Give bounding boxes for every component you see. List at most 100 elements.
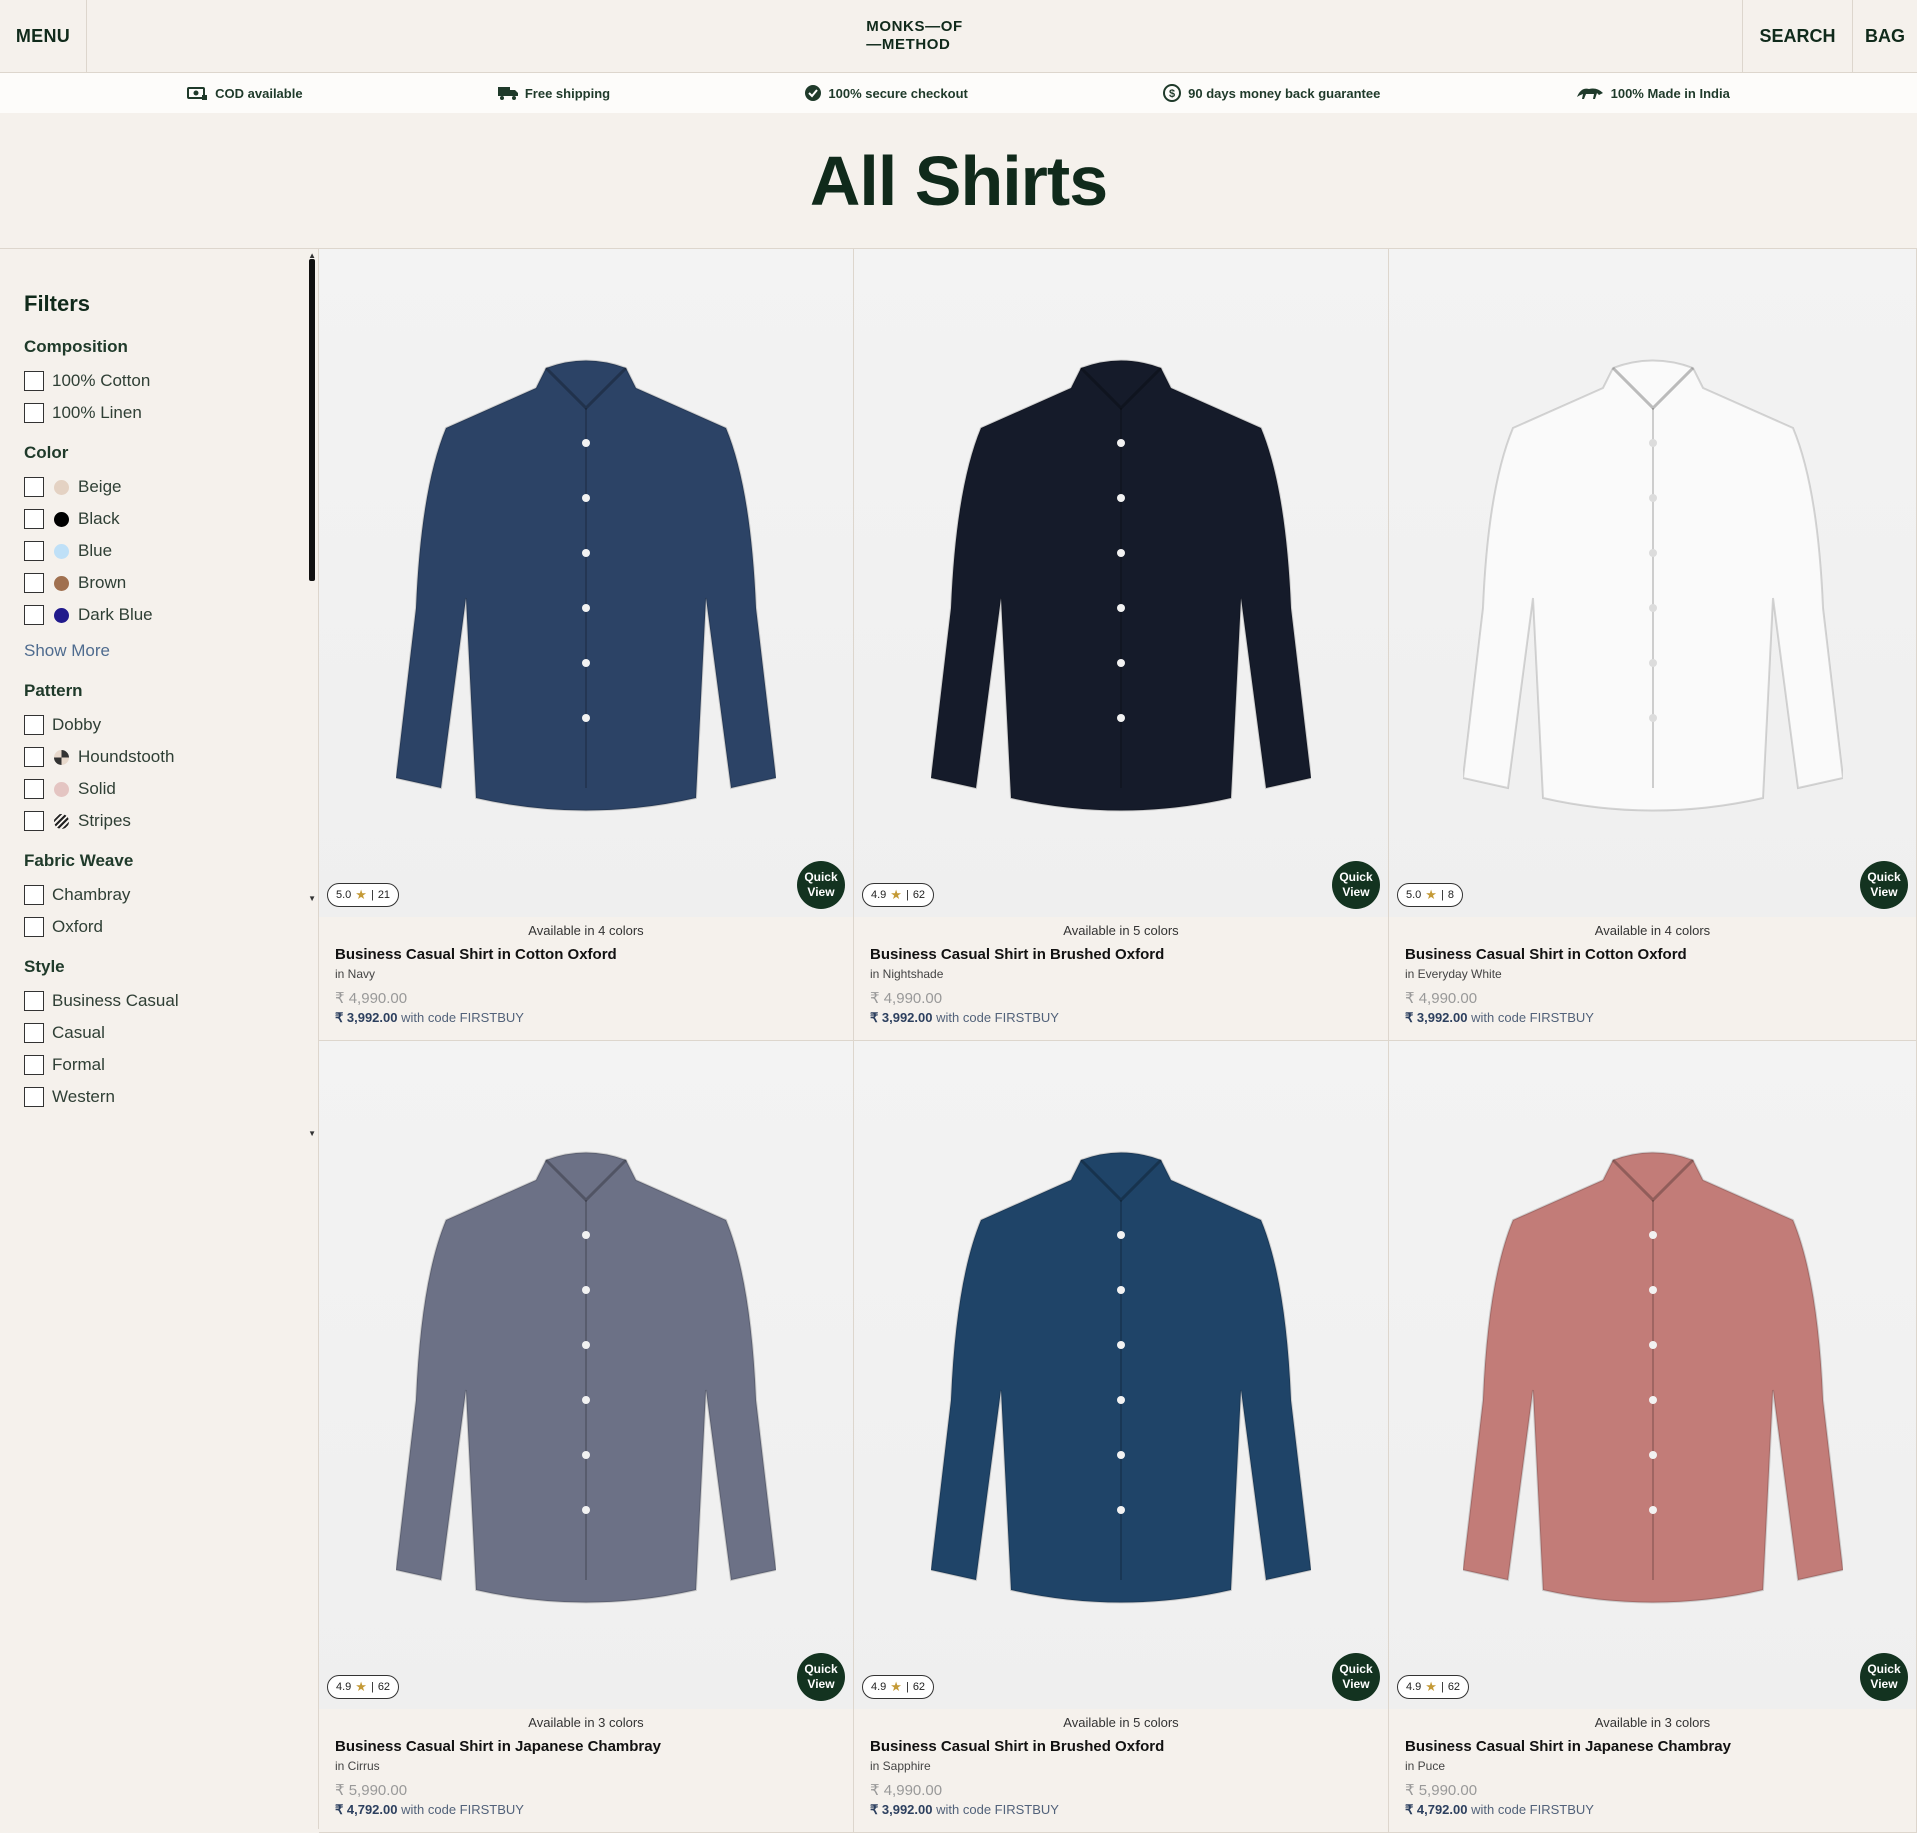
checkbox[interactable] bbox=[24, 1055, 44, 1075]
color-swatch bbox=[54, 781, 69, 797]
filter-option[interactable]: Blue bbox=[24, 535, 294, 567]
product-card[interactable]: 5.0 ★ | 8 Quick View Available in 4 color… bbox=[1389, 249, 1917, 1041]
quick-view-button[interactable]: Quick View bbox=[1860, 861, 1908, 909]
checkbox[interactable] bbox=[24, 715, 44, 735]
product-name[interactable]: Business Casual Shirt in Japanese Chambr… bbox=[1405, 1738, 1900, 1755]
available-colors: Available in 5 colors bbox=[1063, 923, 1179, 938]
check-badge-icon bbox=[804, 84, 822, 102]
product-name[interactable]: Business Casual Shirt in Brushed Oxford bbox=[870, 946, 1372, 963]
quick-view-label-1: Quick bbox=[804, 870, 838, 884]
product-name[interactable]: Business Casual Shirt in Cotton Oxford bbox=[1405, 946, 1900, 963]
checkbox[interactable] bbox=[24, 403, 44, 423]
filter-group-title: Style bbox=[24, 957, 65, 976]
checkbox[interactable] bbox=[24, 573, 44, 593]
checkbox[interactable] bbox=[24, 991, 44, 1011]
filter-option[interactable]: Chambray bbox=[24, 879, 294, 911]
star-icon: ★ bbox=[1425, 1679, 1437, 1694]
quick-view-label-1: Quick bbox=[1867, 870, 1901, 884]
filter-option[interactable]: Dobby bbox=[24, 709, 294, 741]
filter-option[interactable]: Western bbox=[24, 1081, 294, 1113]
quick-view-button[interactable]: Quick View bbox=[1332, 1653, 1380, 1701]
rating-badge[interactable]: 4.9 ★ | 62 bbox=[1397, 1675, 1470, 1699]
product-image[interactable]: 5.0 ★ | 8 Quick View bbox=[1389, 249, 1916, 917]
product-card[interactable]: 4.9 ★ | 62 Quick View Available in 3 colo… bbox=[1389, 1041, 1917, 1833]
checkbox[interactable] bbox=[24, 509, 44, 529]
filter-option[interactable]: 100% Cotton bbox=[24, 365, 294, 397]
star-icon: ★ bbox=[890, 887, 902, 902]
search-button[interactable]: SEARCH bbox=[1742, 0, 1852, 72]
checkbox[interactable] bbox=[24, 605, 44, 625]
checkbox[interactable] bbox=[24, 477, 44, 497]
bag-button[interactable]: BAG bbox=[1852, 0, 1917, 72]
menu-button[interactable]: MENU bbox=[0, 0, 87, 72]
star-icon: ★ bbox=[355, 1679, 367, 1694]
logo-line-1: MONKS—OF bbox=[866, 18, 963, 35]
available-colors: Available in 3 colors bbox=[1594, 1715, 1711, 1730]
filter-option[interactable]: Brown bbox=[24, 567, 294, 599]
filter-option[interactable]: Stripes bbox=[24, 805, 294, 837]
checkbox[interactable] bbox=[24, 1023, 44, 1043]
checkbox[interactable] bbox=[24, 811, 44, 831]
sidebar-scrollbar[interactable] bbox=[309, 259, 315, 581]
rating-badge[interactable]: 4.9 ★ | 62 bbox=[862, 883, 935, 907]
checkbox[interactable] bbox=[24, 371, 44, 391]
product-name[interactable]: Business Casual Shirt in Brushed Oxford bbox=[870, 1738, 1372, 1755]
filter-option-label: Blue bbox=[78, 541, 113, 560]
filter-option[interactable]: Black bbox=[24, 503, 294, 535]
checkbox[interactable] bbox=[24, 541, 44, 561]
filter-option[interactable]: Solid bbox=[24, 773, 294, 805]
quick-view-label-1: Quick bbox=[1339, 870, 1373, 884]
product-color: in Everyday White bbox=[1405, 967, 1502, 981]
page-title: All Shirts bbox=[809, 141, 1108, 220]
original-price: ₹ 4,990.00 bbox=[335, 990, 408, 1007]
filter-option-label: Houndstooth bbox=[78, 747, 175, 766]
review-separator: | bbox=[370, 1681, 374, 1693]
product-color: in Cirrus bbox=[335, 1759, 380, 1773]
scroll-down-arrow-icon[interactable]: ▼ bbox=[308, 1129, 316, 1138]
show-more-link[interactable]: Show More bbox=[24, 635, 294, 667]
logo-link[interactable]: MONKS—OF —METHOD bbox=[87, 0, 1742, 72]
filter-option[interactable]: Oxford bbox=[24, 911, 294, 943]
quick-view-button[interactable]: Quick View bbox=[797, 861, 845, 909]
checkbox[interactable] bbox=[24, 885, 44, 905]
quick-view-button[interactable]: Quick View bbox=[1332, 861, 1380, 909]
product-card[interactable]: 4.9 ★ | 62 Quick View Available in 5 colo… bbox=[854, 1041, 1389, 1833]
checkbox[interactable] bbox=[24, 1087, 44, 1107]
available-colors: Available in 4 colors bbox=[528, 923, 644, 938]
rating-badge[interactable]: 4.9 ★ | 62 bbox=[862, 1675, 935, 1699]
filter-option[interactable]: Business Casual bbox=[24, 985, 294, 1017]
rating-badge[interactable]: 5.0 ★ | 21 bbox=[327, 883, 400, 907]
filter-option[interactable]: Formal bbox=[24, 1049, 294, 1081]
quick-view-label-2: View bbox=[807, 885, 835, 899]
product-color: in Puce bbox=[1405, 1759, 1446, 1773]
filter-option[interactable]: Beige bbox=[24, 471, 294, 503]
product-image[interactable]: 4.9 ★ | 62 Quick View bbox=[854, 1041, 1388, 1709]
product-card[interactable]: 5.0 ★ | 21 Quick View Available in 4 colo… bbox=[319, 249, 854, 1041]
product-name[interactable]: Business Casual Shirt in Japanese Chambr… bbox=[335, 1738, 837, 1755]
logo-line-2: —METHOD bbox=[866, 36, 951, 53]
filter-option[interactable]: 100% Linen bbox=[24, 397, 294, 429]
quick-view-button[interactable]: Quick View bbox=[1860, 1653, 1908, 1701]
product-info: Available in 4 colors Business Casual Sh… bbox=[1389, 917, 1916, 1040]
shirt-navy-icon bbox=[396, 348, 776, 818]
filter-option[interactable]: Dark Blue bbox=[24, 599, 294, 631]
scroll-down-arrow-icon[interactable]: ▼ bbox=[308, 894, 316, 903]
checkbox[interactable] bbox=[24, 779, 44, 799]
rating-badge[interactable]: 5.0 ★ | 8 bbox=[1397, 883, 1463, 907]
quick-view-button[interactable]: Quick View bbox=[797, 1653, 845, 1701]
filter-option[interactable]: Houndstooth bbox=[24, 741, 294, 773]
product-image[interactable]: 4.9 ★ | 62 Quick View bbox=[1389, 1041, 1916, 1709]
checkbox[interactable] bbox=[24, 917, 44, 937]
rating-badge[interactable]: 4.9 ★ | 62 bbox=[327, 1675, 400, 1699]
product-name[interactable]: Business Casual Shirt in Cotton Oxford bbox=[335, 946, 837, 963]
product-image[interactable]: 5.0 ★ | 21 Quick View bbox=[319, 249, 853, 917]
product-image[interactable]: 4.9 ★ | 62 Quick View bbox=[319, 1041, 853, 1709]
checkbox[interactable] bbox=[24, 747, 44, 767]
product-image[interactable]: 4.9 ★ | 62 Quick View bbox=[854, 249, 1388, 917]
review-count: 62 bbox=[1447, 1681, 1461, 1693]
filter-option[interactable]: Casual bbox=[24, 1017, 294, 1049]
color-swatch bbox=[54, 479, 69, 495]
product-card[interactable]: 4.9 ★ | 62 Quick View Available in 5 colo… bbox=[854, 249, 1389, 1041]
product-card[interactable]: 4.9 ★ | 62 Quick View Available in 3 colo… bbox=[319, 1041, 854, 1833]
filter-group-title: Fabric Weave bbox=[24, 851, 134, 870]
